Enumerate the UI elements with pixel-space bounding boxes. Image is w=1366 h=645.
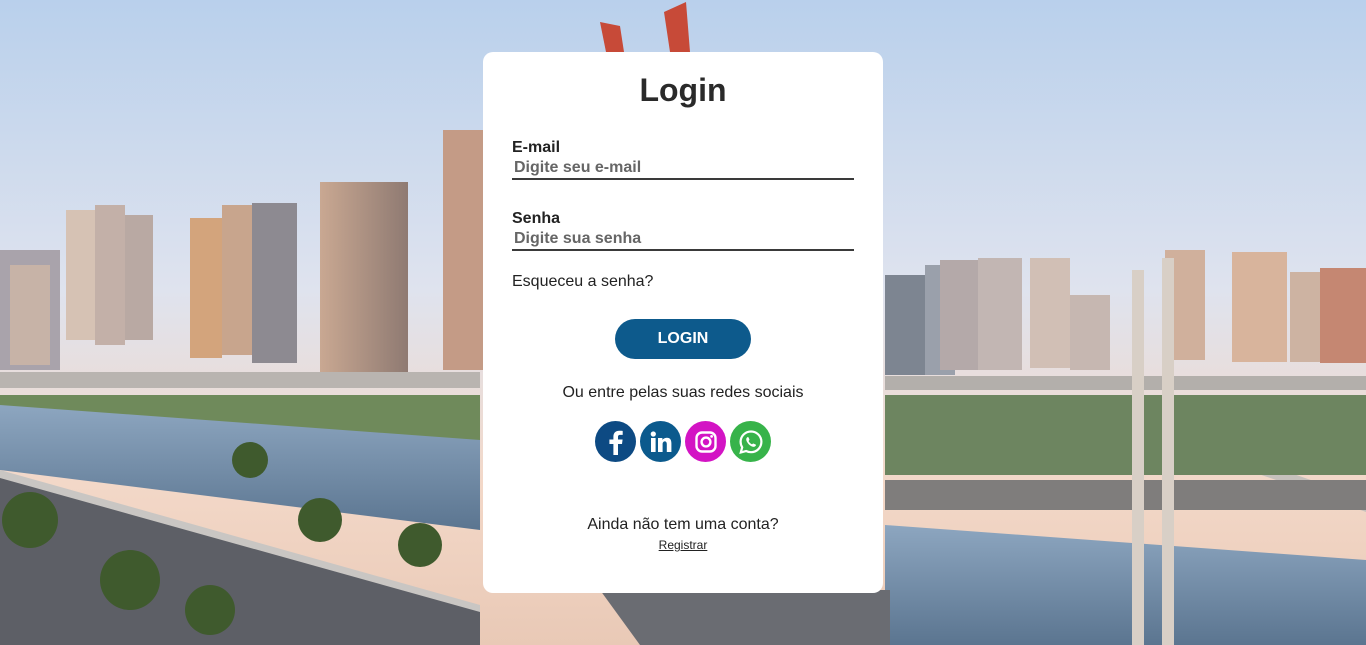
login-button[interactable]: LOGIN	[615, 319, 751, 359]
social-login-text: Ou entre pelas suas redes sociais	[562, 384, 804, 401]
register-link[interactable]: Registrar	[483, 538, 883, 552]
email-input[interactable]	[512, 158, 854, 180]
forgot-password-link[interactable]: Esqueceu a senha?	[512, 273, 653, 291]
linkedin-icon	[650, 430, 671, 452]
password-label: Senha	[512, 210, 561, 227]
password-input[interactable]	[512, 229, 854, 251]
instagram-login-button[interactable]	[685, 421, 726, 462]
linkedin-login-button[interactable]	[640, 421, 681, 462]
facebook-login-button[interactable]	[595, 421, 636, 462]
whatsapp-icon	[738, 429, 763, 454]
email-label: E-mail	[512, 139, 561, 156]
facebook-icon	[608, 430, 623, 455]
email-field-group: E-mail	[512, 139, 854, 180]
login-title: Login	[639, 72, 727, 108]
whatsapp-login-button[interactable]	[730, 421, 771, 462]
social-login-buttons	[595, 421, 771, 462]
instagram-icon	[694, 430, 717, 453]
password-field-group: Senha	[512, 210, 854, 251]
login-card: Login E-mail Senha Esqueceu a senha? LOG…	[483, 52, 883, 593]
no-account-text: Ainda não tem uma conta?	[587, 516, 779, 533]
